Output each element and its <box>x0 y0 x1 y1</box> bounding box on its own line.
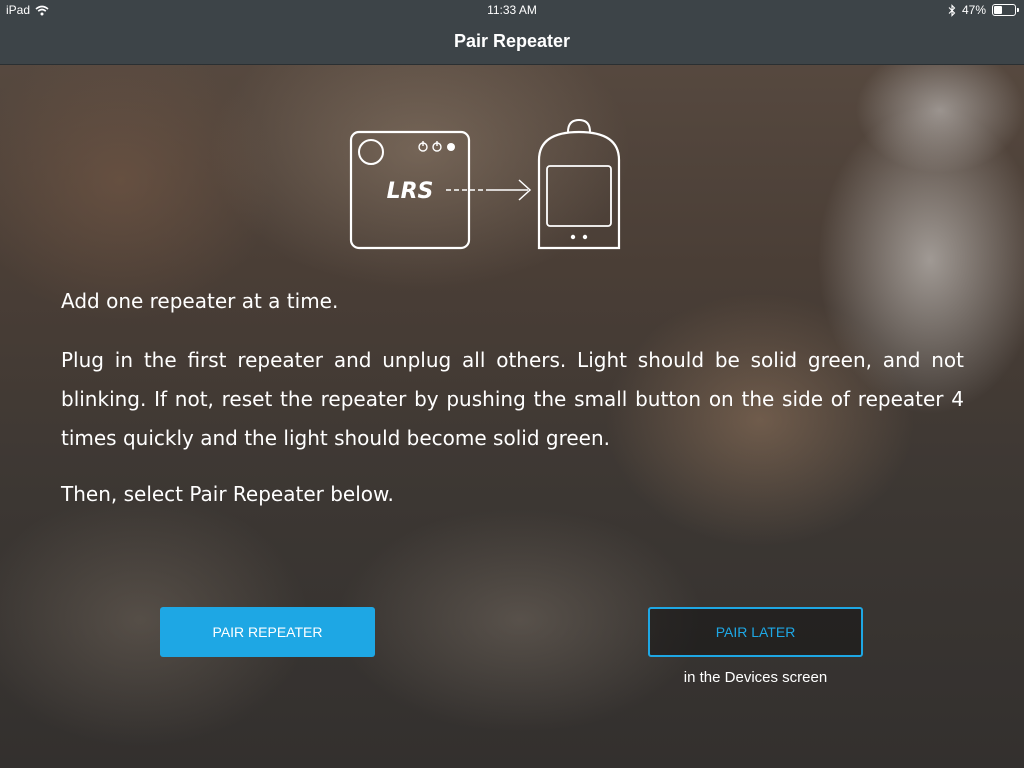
instruction-details: Plug in the first repeater and unplug al… <box>61 348 964 450</box>
battery-percent: 47% <box>961 3 986 17</box>
instruction-next-step: Then, select Pair Repeater below. <box>61 482 394 506</box>
pair-repeater-button[interactable]: PAIR REPEATER <box>160 607 375 657</box>
battery-fill <box>994 6 1002 14</box>
bluetooth-icon <box>948 3 956 17</box>
pager-device-icon <box>537 118 621 250</box>
status-bar: iPad 11:33 AM 47% <box>0 0 1024 20</box>
pair-later-note: in the Devices screen <box>683 669 828 686</box>
repeater-led-icons <box>418 141 455 152</box>
repeater-button-icon <box>358 139 384 165</box>
instructions: Add one repeater at a time. Plug in the … <box>61 283 964 531</box>
navigation-bar: Pair Repeater <box>0 20 1024 65</box>
instruction-intro: Add one repeater at a time. <box>61 289 339 313</box>
page-title: Pair Repeater <box>453 31 571 51</box>
repeater-logo: LRS <box>387 179 434 204</box>
clock: 11:33 AM <box>487 3 537 17</box>
repeater-pairing-illustration: LRS <box>349 118 621 250</box>
pair-later-button[interactable]: PAIR LATER <box>648 607 863 657</box>
battery-icon <box>992 4 1019 16</box>
